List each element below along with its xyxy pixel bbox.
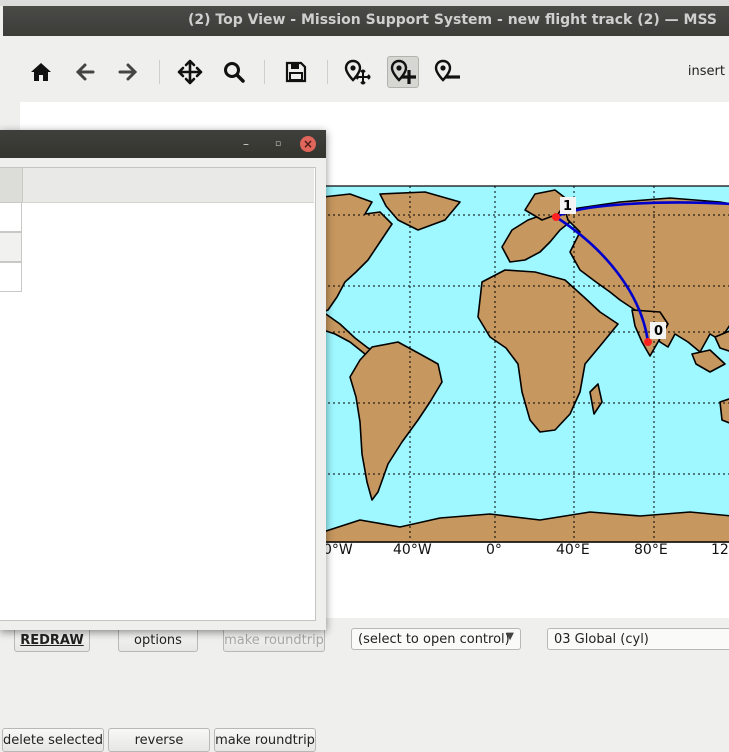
navigation-toolbar: insert <box>3 36 729 106</box>
projection-value: 03 Global (cyl) <box>554 631 649 647</box>
forward-arrow-icon <box>118 63 138 81</box>
delete-selected-button[interactable]: delete selected <box>2 728 104 752</box>
waypoint-label: 1 <box>563 199 572 214</box>
table-header <box>0 168 314 203</box>
save-button[interactable] <box>280 56 312 88</box>
waypoint-label: 0 <box>654 324 663 339</box>
pan-icon <box>177 59 203 85</box>
projection-select[interactable]: 03 Global (cyl) <box>547 628 729 650</box>
table-row-header[interactable] <box>0 262 22 292</box>
zoom-icon <box>224 62 245 83</box>
forward-button[interactable] <box>112 56 144 88</box>
title-bar: (2) Top View - Mission Support System - … <box>3 6 729 36</box>
waypoint-marker[interactable] <box>552 213 560 221</box>
delete-waypoint-icon <box>434 59 460 82</box>
table-row-header[interactable] <box>0 202 22 232</box>
table-corner-cell[interactable] <box>0 168 23 202</box>
home-button[interactable] <box>25 56 57 88</box>
redraw-label: REDRAW <box>20 632 84 648</box>
make-roundtrip-label: make roundtrip <box>224 632 324 648</box>
waypoint-marker[interactable] <box>644 338 652 346</box>
reverse-label: reverse <box>134 732 184 748</box>
back-button[interactable] <box>69 56 101 88</box>
redraw-button[interactable]: REDRAW <box>14 628 90 652</box>
table-row-header[interactable] <box>0 232 22 262</box>
pan-button[interactable] <box>174 56 206 88</box>
toolbar-separator <box>264 60 265 84</box>
close-icon[interactable]: × <box>300 136 316 152</box>
edit-mode-label: insert <box>687 64 725 79</box>
x-tick-label: 0° <box>486 542 502 558</box>
open-control-select[interactable]: (select to open control) ▼ <box>351 628 521 650</box>
flight-track-dialog: – ▫ × delete selected reverse make round… <box>0 130 326 752</box>
waypoint-table[interactable] <box>0 167 316 621</box>
x-tick-label: 40°W <box>393 542 432 558</box>
save-icon <box>285 61 307 83</box>
delete-waypoint-button[interactable] <box>431 56 463 88</box>
make-roundtrip-button[interactable]: make roundtrip <box>214 728 316 752</box>
reverse-button[interactable]: reverse <box>108 728 210 752</box>
x-tick-label: 120 <box>711 542 729 558</box>
minimize-icon[interactable]: – <box>238 136 254 152</box>
insert-waypoint-icon <box>390 59 416 84</box>
options-button[interactable]: options <box>118 628 198 652</box>
window-title: (2) Top View - Mission Support System - … <box>188 12 717 28</box>
toolbar-separator <box>159 60 160 84</box>
move-waypoint-button[interactable] <box>341 56 373 88</box>
x-tick-label: 40°E <box>556 542 590 558</box>
move-waypoint-icon <box>344 59 371 85</box>
make-roundtrip-label: make roundtrip <box>215 732 315 748</box>
home-icon <box>31 63 51 81</box>
zoom-button[interactable] <box>218 56 250 88</box>
chevron-down-icon: ▼ <box>506 631 514 642</box>
x-tick-label: 0°W <box>323 542 353 558</box>
x-tick-label: 80°E <box>634 542 668 558</box>
toolbar-separator <box>327 60 328 84</box>
delete-selected-label: delete selected <box>3 732 103 748</box>
dialog-title-bar[interactable]: – ▫ × <box>0 130 326 158</box>
insert-waypoint-button[interactable] <box>387 56 419 88</box>
restore-icon[interactable]: ▫ <box>270 136 286 152</box>
make-roundtrip-button-disabled[interactable]: make roundtrip <box>223 628 325 652</box>
open-control-value: (select to open control) <box>358 631 510 647</box>
options-label: options <box>134 632 182 648</box>
back-arrow-icon <box>75 63 95 81</box>
